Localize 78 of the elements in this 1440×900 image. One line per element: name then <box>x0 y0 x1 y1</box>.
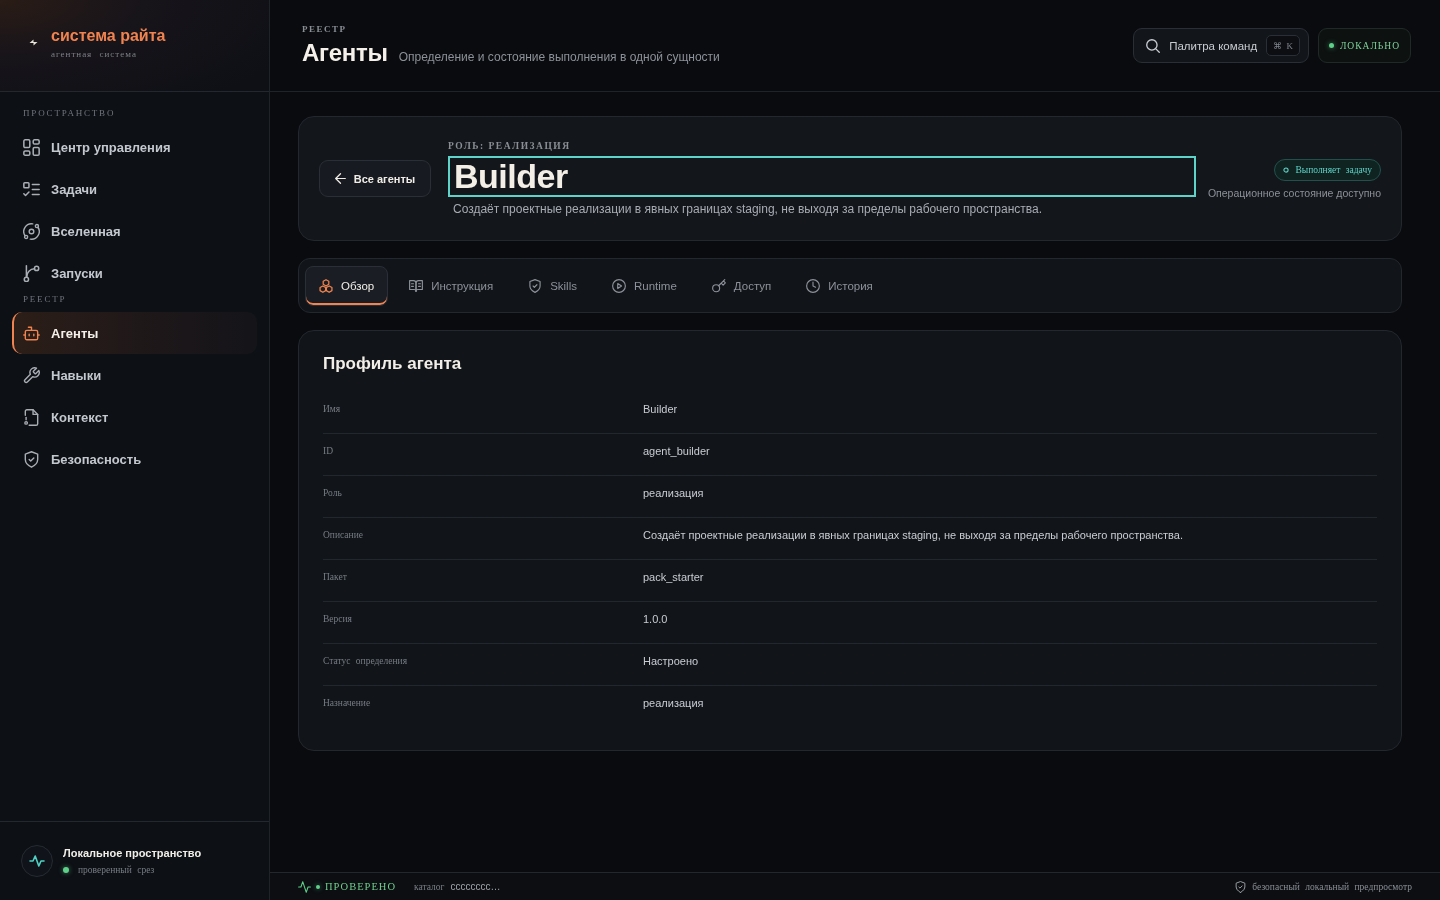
section-title: Профиль агента <box>323 353 463 375</box>
breadcrumb-label: РЕЕСТР <box>302 23 348 35</box>
verification-status: ПРОВЕРЕНО <box>325 881 396 892</box>
page-title: Агенты <box>302 37 388 68</box>
tab[interactable]: Runtime <box>598 265 691 306</box>
tab[interactable]: Доступ <box>697 265 786 306</box>
field-value: Настроено <box>643 654 700 668</box>
branch-icon <box>23 264 40 282</box>
page-subtitle: Определение и состояние выполнения в одной сущности <box>398 49 720 64</box>
clock-icon <box>806 278 821 293</box>
status-dot-icon <box>1328 43 1334 48</box>
field-label: Статус определения <box>323 655 409 668</box>
nav-item[interactable]: Вселенная <box>12 210 257 252</box>
environment-label: ЛОКАЛЬНО <box>1339 40 1400 51</box>
layout-grid-icon <box>23 138 40 156</box>
tab[interactable]: История <box>792 265 887 306</box>
nav-item[interactable]: Центр управления <box>12 126 257 168</box>
command-palette-label: Палитра команд <box>1169 39 1258 52</box>
status-dot-icon <box>316 884 320 889</box>
catalog-value: cccccccc… <box>450 881 501 892</box>
field-value: Создаёт проектные реализации в явных границах staging, не выходя за пределы рабочего пространства. <box>643 528 1184 542</box>
orbit-icon <box>23 222 40 240</box>
workspace-name: Локальное пространство <box>63 846 202 860</box>
catalog-label: каталог <box>414 881 445 892</box>
field-label: Имя <box>323 403 342 416</box>
search-icon <box>1146 38 1161 53</box>
preview-note: безопасный локальный предпросмотр <box>1252 881 1412 892</box>
field-value: 1.0.0 <box>643 612 669 626</box>
status-dot-icon <box>63 867 69 873</box>
checklist-icon <box>23 180 40 198</box>
activity-icon <box>21 845 53 877</box>
book-icon <box>409 278 424 293</box>
command-palette-button[interactable]: Палитра команд ⌘ K <box>1133 28 1309 63</box>
nav-item[interactable]: Задачи <box>12 168 257 210</box>
tab[interactable]: Инструкция <box>395 265 508 306</box>
field-label: ID <box>323 445 335 458</box>
role-label: РОЛЬ: РЕАЛИЗАЦИЯ <box>448 141 572 152</box>
agent-name-heading: Builder <box>448 156 1196 197</box>
shield-check-icon <box>23 450 40 468</box>
field-value: agent_builder <box>643 444 711 458</box>
agent-description: Создаёт проектные реализации в явных границах staging, не выходя за пределы рабочего пространства. <box>452 202 1044 216</box>
key-icon <box>711 278 726 293</box>
field-value: реализация <box>643 696 705 710</box>
field-value: Builder <box>643 402 679 416</box>
brand-name: система райта <box>51 25 166 46</box>
workspace-status: проверенный срез <box>78 864 155 876</box>
field-label: Описание <box>323 529 364 542</box>
activity-icon <box>298 880 311 893</box>
play-circle-icon <box>612 278 626 293</box>
cubes-icon <box>319 278 333 293</box>
shield-check-icon <box>1235 880 1247 893</box>
section-label: РЕЕСТР <box>22 294 68 305</box>
field-label: Версия <box>323 613 353 626</box>
section-label: ПРОСТРАНСТВО <box>22 108 117 119</box>
robot-icon <box>23 324 40 342</box>
ring-icon <box>1283 166 1290 173</box>
tab[interactable]: Обзор <box>305 265 389 306</box>
wrench-icon <box>23 366 40 384</box>
bolt-icon <box>29 39 38 46</box>
nav-item[interactable]: Безопасность <box>12 438 257 480</box>
brand-subtitle: агентная система <box>51 47 138 60</box>
arrow-left-icon <box>334 173 346 184</box>
field-label: Пакет <box>323 571 348 584</box>
status-label: Выполняет задачу <box>1295 164 1372 175</box>
field-value: реализация <box>643 486 705 500</box>
shield-check-icon <box>528 278 543 293</box>
nav-item[interactable]: Агенты <box>12 312 257 354</box>
field-value: pack_starter <box>643 570 705 584</box>
shortcut-key: ⌘ K <box>1266 35 1300 56</box>
tab[interactable]: Skills <box>514 265 591 306</box>
nav-item[interactable]: Навыки <box>12 354 257 396</box>
field-label: Назначение <box>323 697 372 710</box>
status-note: Операционное состояние доступно <box>1207 186 1381 199</box>
nav-item[interactable]: Запуски <box>12 252 257 294</box>
nav-item[interactable]: Контекст <box>12 396 257 438</box>
document-icon <box>23 408 40 426</box>
field-label: Роль <box>323 487 343 500</box>
back-button[interactable]: Все агенты <box>319 160 431 197</box>
